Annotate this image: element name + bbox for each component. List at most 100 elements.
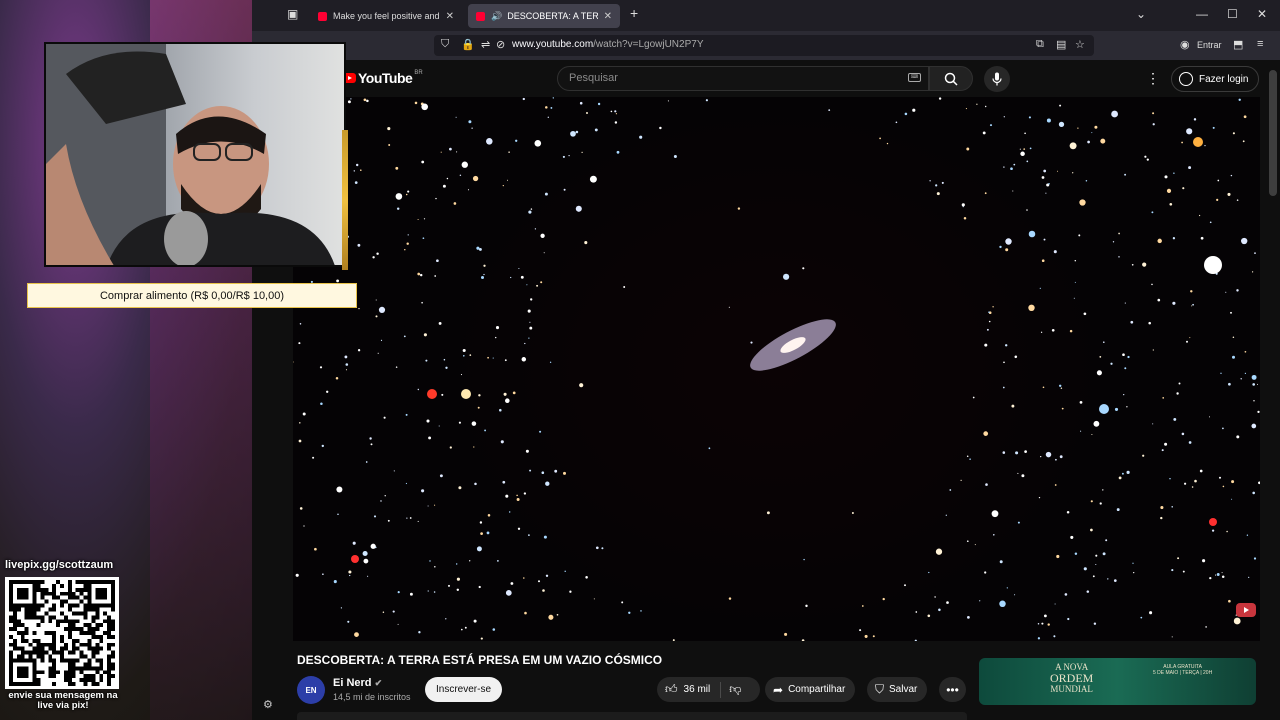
like-button[interactable]: 👍︎ 36 mil	[665, 682, 710, 697]
qr-module	[71, 670, 76, 675]
star	[1110, 362, 1113, 365]
extensions-icon[interactable]: ⬒	[1233, 38, 1243, 51]
qr-module	[40, 615, 45, 620]
qr-module	[32, 603, 37, 608]
streamer-silhouette	[46, 44, 335, 265]
star	[872, 635, 875, 638]
menu-hamburger-icon[interactable]: ≡	[1257, 38, 1263, 50]
bookmark-star-icon[interactable]: ☆	[1075, 38, 1085, 51]
qr-module	[67, 658, 72, 663]
url-text[interactable]: www.youtube.com/watch?v=LgowjUN2P7Y	[512, 39, 704, 50]
star	[935, 184, 938, 187]
star	[534, 139, 542, 147]
qr-module	[36, 642, 41, 647]
channel-name[interactable]: Ei Nerd ✔	[333, 677, 382, 689]
star	[1142, 262, 1147, 267]
more-actions-button[interactable]: •••	[939, 677, 966, 702]
browser-tab-1[interactable]: Make you feel positive and pea ✕	[310, 4, 462, 28]
account-label[interactable]: Entrar	[1197, 40, 1222, 50]
close-icon[interactable]: ✕	[598, 11, 612, 22]
star	[667, 100, 669, 102]
qr-module	[60, 634, 64, 639]
browser-tab-2[interactable]: 🔊 DESCOBERTA: A TERRA EST ✕	[468, 4, 620, 28]
star	[1074, 281, 1076, 283]
star	[474, 482, 477, 486]
star	[563, 471, 566, 475]
star	[616, 150, 620, 154]
lock-icon[interactable]: 🔒	[461, 38, 475, 51]
video-player[interactable]	[293, 97, 1260, 641]
star	[529, 326, 533, 330]
dislike-button[interactable]: 👎︎	[729, 682, 741, 697]
share-button[interactable]: ➦ Compartilhar	[765, 677, 856, 702]
subscribe-button[interactable]: Inscrever-se	[425, 677, 503, 702]
star	[984, 192, 987, 195]
qr-module	[16, 670, 21, 675]
star	[1028, 230, 1036, 238]
qr-module	[24, 638, 29, 643]
star	[1102, 489, 1104, 491]
star	[639, 135, 643, 139]
star	[370, 443, 373, 446]
star	[486, 531, 490, 535]
qr-module	[60, 646, 64, 651]
minimize-icon[interactable]: —	[1196, 7, 1208, 21]
star	[1198, 214, 1201, 217]
star	[1218, 476, 1222, 479]
star	[421, 301, 423, 304]
ad-banner[interactable]	[979, 658, 1256, 705]
qr-module	[107, 623, 112, 628]
keyboard-icon[interactable]: ⌨	[908, 73, 921, 82]
close-icon[interactable]: ✕	[440, 11, 454, 22]
qr-module	[16, 603, 21, 608]
new-tab-button[interactable]: +	[630, 5, 638, 21]
star	[1251, 374, 1257, 380]
permissions-icon[interactable]: ⇌	[481, 38, 490, 51]
qr-module	[24, 631, 29, 635]
maximize-icon[interactable]: ☐	[1227, 7, 1238, 21]
qr-module	[99, 674, 104, 679]
list-tabs-chevron-icon[interactable]: ⌄	[1136, 7, 1146, 21]
qr-module	[48, 615, 53, 620]
shield-icon[interactable]: ⛉	[441, 38, 449, 51]
reader-view-icon[interactable]: ▤	[1056, 38, 1066, 51]
qr-module	[44, 631, 49, 635]
qr-module	[111, 607, 115, 612]
qr-module	[32, 646, 37, 651]
qr-module	[67, 666, 72, 671]
qr-module	[83, 607, 88, 612]
qr-module	[36, 615, 41, 620]
youtube-watermark-icon[interactable]	[1236, 603, 1256, 617]
search-button[interactable]	[929, 66, 973, 91]
settings-kebab-icon[interactable]: ⋮	[1146, 70, 1160, 87]
scrollbar-thumb[interactable]	[1269, 70, 1277, 196]
qr-module	[83, 587, 88, 592]
account-icon[interactable]: ◉	[1180, 38, 1190, 51]
mute-icon[interactable]: ⊘	[496, 38, 505, 51]
qr-module	[83, 654, 88, 659]
channel-avatar[interactable]: EN	[297, 676, 325, 704]
star	[502, 184, 504, 187]
sign-in-button[interactable]: Fazer login	[1171, 66, 1260, 92]
qr-module	[9, 615, 13, 620]
star	[1253, 400, 1255, 402]
gear-icon[interactable]: ⚙	[263, 698, 273, 711]
youtube-favicon-icon	[476, 11, 485, 21]
tab-overview-icon[interactable]: ▣	[287, 7, 298, 21]
voice-search-button[interactable]	[984, 66, 1010, 92]
star	[504, 359, 507, 362]
speaker-icon[interactable]: 🔊	[491, 11, 502, 22]
star	[517, 527, 521, 530]
star	[1172, 237, 1176, 240]
star	[1242, 140, 1245, 143]
star	[1232, 355, 1235, 359]
youtube-logo[interactable]: YouTube BR	[343, 70, 423, 86]
save-button[interactable]: ⛉ Salvar	[867, 677, 928, 702]
star	[601, 547, 604, 550]
star	[456, 151, 458, 153]
close-window-icon[interactable]: ✕	[1257, 7, 1267, 21]
star	[540, 233, 545, 238]
picture-in-picture-icon[interactable]: ⧉	[1036, 38, 1044, 51]
star	[299, 422, 301, 424]
star	[472, 175, 479, 182]
